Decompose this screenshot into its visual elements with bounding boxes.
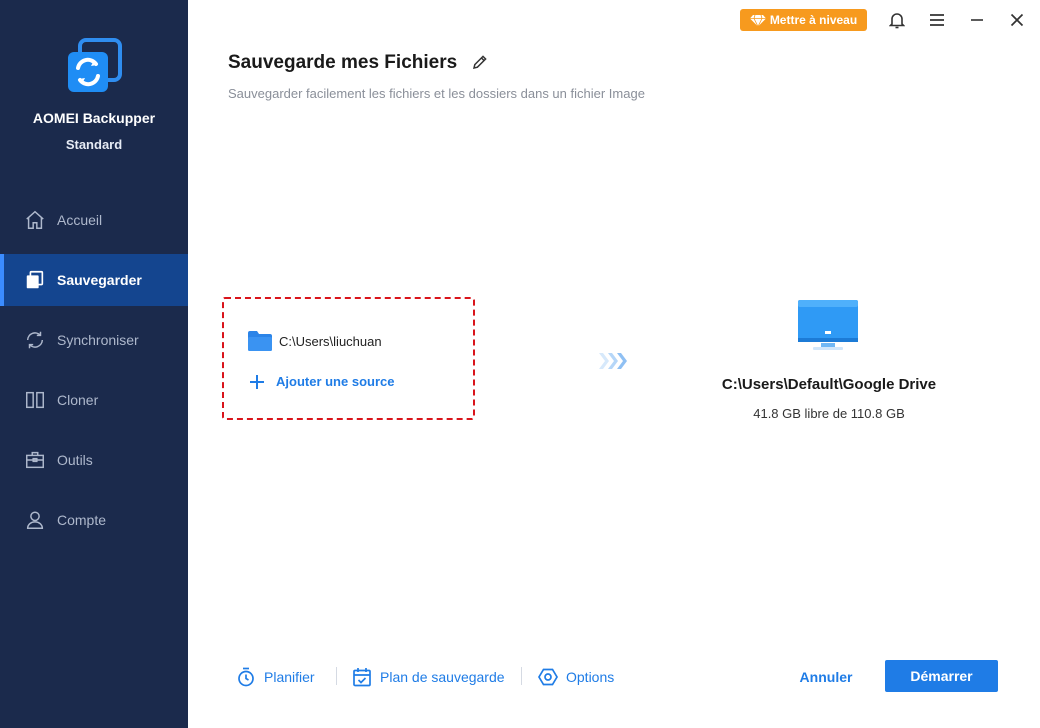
sync-icon: [26, 331, 44, 349]
upgrade-label: Mettre à niveau: [769, 13, 858, 27]
cancel-button[interactable]: Annuler: [794, 665, 858, 689]
sidebar-item-label: Compte: [57, 512, 107, 528]
sidebar-item-cloner[interactable]: Cloner: [0, 374, 188, 426]
add-source-label: Ajouter une source: [276, 374, 395, 389]
footer-divider: [521, 667, 522, 685]
toolbox-icon: [26, 451, 44, 469]
sidebar-item-outils[interactable]: Outils: [0, 434, 188, 486]
plus-icon: [250, 374, 264, 389]
options-label: Options: [566, 669, 615, 685]
app-name: AOMEI Backupper: [32, 110, 156, 126]
sidebar: AOMEI Backupper Standard Accueil Sauvega…: [0, 0, 188, 728]
user-icon: [26, 511, 44, 529]
schedule-label: Planifier: [264, 669, 315, 685]
source-selection-box[interactable]: C:\Users\liuchuan Ajouter une source: [222, 297, 475, 420]
backup-scheme-button[interactable]: Plan de sauvegarde: [352, 665, 505, 689]
backup-scheme-label: Plan de sauvegarde: [380, 669, 505, 685]
sidebar-item-label: Cloner: [57, 392, 99, 408]
app-edition: Standard: [65, 137, 123, 152]
sidebar-item-label: Synchroniser: [57, 332, 139, 348]
destination-selector[interactable]: C:\Users\Default\Google Drive 41.8 GB li…: [690, 296, 968, 436]
backup-icon: [26, 270, 44, 289]
sidebar-item-sauvegarder[interactable]: Sauvegarder: [0, 254, 188, 306]
monitor-icon: [798, 300, 858, 350]
sidebar-item-compte[interactable]: Compte: [0, 494, 188, 546]
destination-free-space: 41.8 GB libre de 110.8 GB: [753, 406, 905, 421]
add-source-button[interactable]: Ajouter une source: [250, 374, 394, 389]
upgrade-button[interactable]: Mettre à niveau: [740, 9, 867, 31]
calendar-check-icon: [353, 668, 371, 687]
page-title: Sauvegarde mes Fichiers: [228, 52, 458, 73]
schedule-button[interactable]: Planifier: [236, 665, 315, 689]
source-path: C:\Users\liuchuan: [279, 334, 382, 349]
home-icon: [26, 210, 44, 229]
bell-icon[interactable]: [886, 9, 908, 31]
timer-icon: [238, 667, 254, 687]
sidebar-item-label: Sauvegarder: [57, 272, 142, 288]
minimize-icon[interactable]: [966, 9, 988, 31]
destination-path: C:\Users\Default\Google Drive: [721, 376, 937, 393]
start-button[interactable]: Démarrer: [885, 660, 998, 692]
footer-divider: [336, 667, 337, 685]
aomei-logo-icon: [68, 38, 122, 92]
close-icon[interactable]: [1006, 9, 1028, 31]
edit-pencil-icon[interactable]: [471, 53, 489, 71]
direction-arrows-icon: [599, 353, 627, 369]
menu-icon[interactable]: [926, 9, 948, 31]
sidebar-item-label: Outils: [57, 452, 93, 468]
sidebar-item-accueil[interactable]: Accueil: [0, 194, 188, 246]
options-button[interactable]: Options: [538, 665, 614, 689]
clone-icon: [26, 391, 44, 409]
sidebar-item-label: Accueil: [57, 212, 103, 228]
page-subtitle: Sauvegarder facilement les fichiers et l…: [228, 86, 645, 101]
sidebar-item-synchroniser[interactable]: Synchroniser: [0, 314, 188, 366]
diamond-icon: [749, 14, 766, 27]
folder-icon: [248, 331, 272, 351]
options-hexagon-icon: [538, 668, 558, 686]
